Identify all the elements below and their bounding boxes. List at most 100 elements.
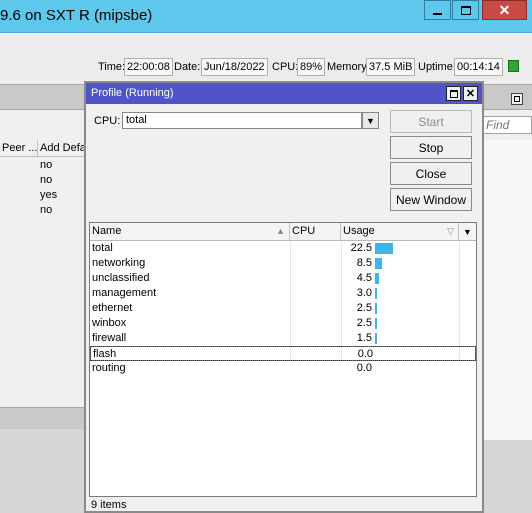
column-cpu-label: CPU <box>292 225 316 237</box>
table-row[interactable]: networking 8.5 <box>90 256 476 271</box>
row-usage: 0.0 <box>356 362 372 374</box>
row-usage: 1.5 <box>356 332 372 344</box>
minimize-button[interactable] <box>424 0 451 20</box>
bg-table-row[interactable]: no <box>0 203 90 218</box>
table-row[interactable]: flash 0.0 <box>90 346 476 361</box>
usage-bar <box>375 318 377 329</box>
stop-button[interactable]: Stop <box>390 136 472 159</box>
usage-bar <box>375 258 382 269</box>
bg-cell: yes <box>40 189 58 201</box>
table-row[interactable]: winbox 2.5 <box>90 316 476 331</box>
row-name: flash <box>93 348 117 360</box>
usage-bar <box>375 273 379 284</box>
maximize-icon <box>449 89 458 98</box>
restore-icon <box>514 96 520 102</box>
cpu-label: CPU: <box>272 61 299 73</box>
cpu-value: 89% <box>297 58 326 76</box>
filter-icon: ▽ <box>447 226 454 236</box>
status-bar: Time: 22:00:08 Date: Jun/18/2022 CPU: 89… <box>0 34 532 80</box>
profile-dialog: Profile (Running) ✕ CPU: total ▼ Start S… <box>84 81 484 513</box>
row-usage: 22.5 <box>350 242 372 254</box>
chevron-down-icon: ▼ <box>463 226 472 237</box>
column-header-cpu[interactable]: CPU <box>290 223 341 240</box>
chevron-down-icon: ▼ <box>366 115 375 126</box>
table-row[interactable]: total 22.5 <box>90 241 476 256</box>
row-name: routing <box>92 362 126 374</box>
column-name-label: Name <box>92 225 122 237</box>
bg-column-peer[interactable]: Peer ... <box>0 140 38 157</box>
item-count: 9 items <box>91 499 127 511</box>
start-button[interactable]: Start <box>390 110 472 133</box>
window-titlebar[interactable]: 9.6 on SXT R (mipsbe) ✕ <box>0 0 532 33</box>
close-icon: ✕ <box>465 88 476 100</box>
row-name: ethernet <box>92 302 133 314</box>
profile-maximize-button[interactable] <box>446 86 461 101</box>
background-restore-button[interactable] <box>511 93 523 105</box>
background-panel-right <box>482 440 532 513</box>
sort-icon: ▲ <box>276 226 285 236</box>
close-icon: ✕ <box>498 1 511 18</box>
column-usage-label: Usage <box>343 225 375 237</box>
memory-value: 37.5 MiB <box>366 58 416 76</box>
window-title: 9.6 on SXT R (mipsbe) <box>0 7 153 24</box>
bg-cell: no <box>40 174 53 186</box>
uptime-label: Uptime: <box>418 61 456 73</box>
row-name: firewall <box>92 332 127 344</box>
profile-list: Name ▲ CPU Usage ▽ ▼ total 22.5 networking… <box>89 222 477 497</box>
usage-bar <box>375 243 393 254</box>
find-input[interactable] <box>482 116 532 134</box>
close-button[interactable]: ✕ <box>482 0 527 20</box>
background-toolbar <box>0 84 90 110</box>
table-row[interactable]: unclassified 4.5 <box>90 271 476 286</box>
maximize-button[interactable] <box>452 0 479 20</box>
profile-list-header: Name ▲ CPU Usage ▽ ▼ <box>90 223 476 241</box>
memory-label: Memory: <box>327 61 370 73</box>
background-panel <box>0 429 90 513</box>
table-row[interactable]: routing 0.0 <box>90 361 476 376</box>
profile-titlebar[interactable]: Profile (Running) <box>86 83 482 104</box>
usage-bar <box>375 303 377 314</box>
profile-title: Profile (Running) <box>91 87 174 99</box>
bg-cell: no <box>40 159 53 171</box>
row-usage: 4.5 <box>356 272 372 284</box>
cpu-select[interactable]: total <box>122 112 362 129</box>
column-header-name[interactable]: Name ▲ <box>90 223 290 240</box>
new-window-button[interactable]: New Window <box>390 188 472 211</box>
cpu-select-label: CPU: <box>94 115 121 127</box>
row-usage: 0.0 <box>357 348 373 360</box>
bg-table-row[interactable]: no <box>0 158 90 173</box>
profile-close-button[interactable]: ✕ <box>463 86 478 101</box>
background-panel-divider <box>0 407 90 429</box>
date-label: Date: <box>174 61 201 73</box>
time-label: Time: <box>98 61 126 73</box>
bg-table-row[interactable]: no <box>0 173 90 188</box>
row-name: management <box>92 287 157 299</box>
cpu-select-dropdown[interactable]: ▼ <box>362 112 379 129</box>
close-dialog-button[interactable]: Close <box>390 162 472 185</box>
bg-column-add-default[interactable]: Add Defa <box>38 140 90 157</box>
row-name: total <box>92 242 113 254</box>
row-usage: 2.5 <box>356 317 372 329</box>
date-value: Jun/18/2022 <box>201 58 268 76</box>
table-row[interactable]: ethernet 2.5 <box>90 301 476 316</box>
usage-bar <box>375 288 377 299</box>
row-name: unclassified <box>92 272 150 284</box>
bg-table-row[interactable]: yes <box>0 188 90 203</box>
bg-cell: no <box>40 204 53 216</box>
maximize-icon <box>460 5 471 15</box>
row-usage: 2.5 <box>356 302 372 314</box>
time-value: 22:00:08 <box>124 58 173 76</box>
uptime-value: 00:14:14 <box>454 58 503 76</box>
connection-indicator <box>508 60 519 72</box>
row-usage: 8.5 <box>356 257 372 269</box>
column-menu-button[interactable]: ▼ <box>459 223 476 240</box>
table-row[interactable]: management 3.0 <box>90 286 476 301</box>
row-usage: 3.0 <box>356 287 372 299</box>
minimize-icon <box>433 13 442 15</box>
usage-bar <box>375 333 377 344</box>
background-toolbar-right <box>480 84 532 110</box>
row-name: winbox <box>92 317 127 329</box>
table-row[interactable]: firewall 1.5 <box>90 331 476 346</box>
row-name: networking <box>92 257 146 269</box>
column-header-usage[interactable]: Usage ▽ <box>341 223 459 240</box>
